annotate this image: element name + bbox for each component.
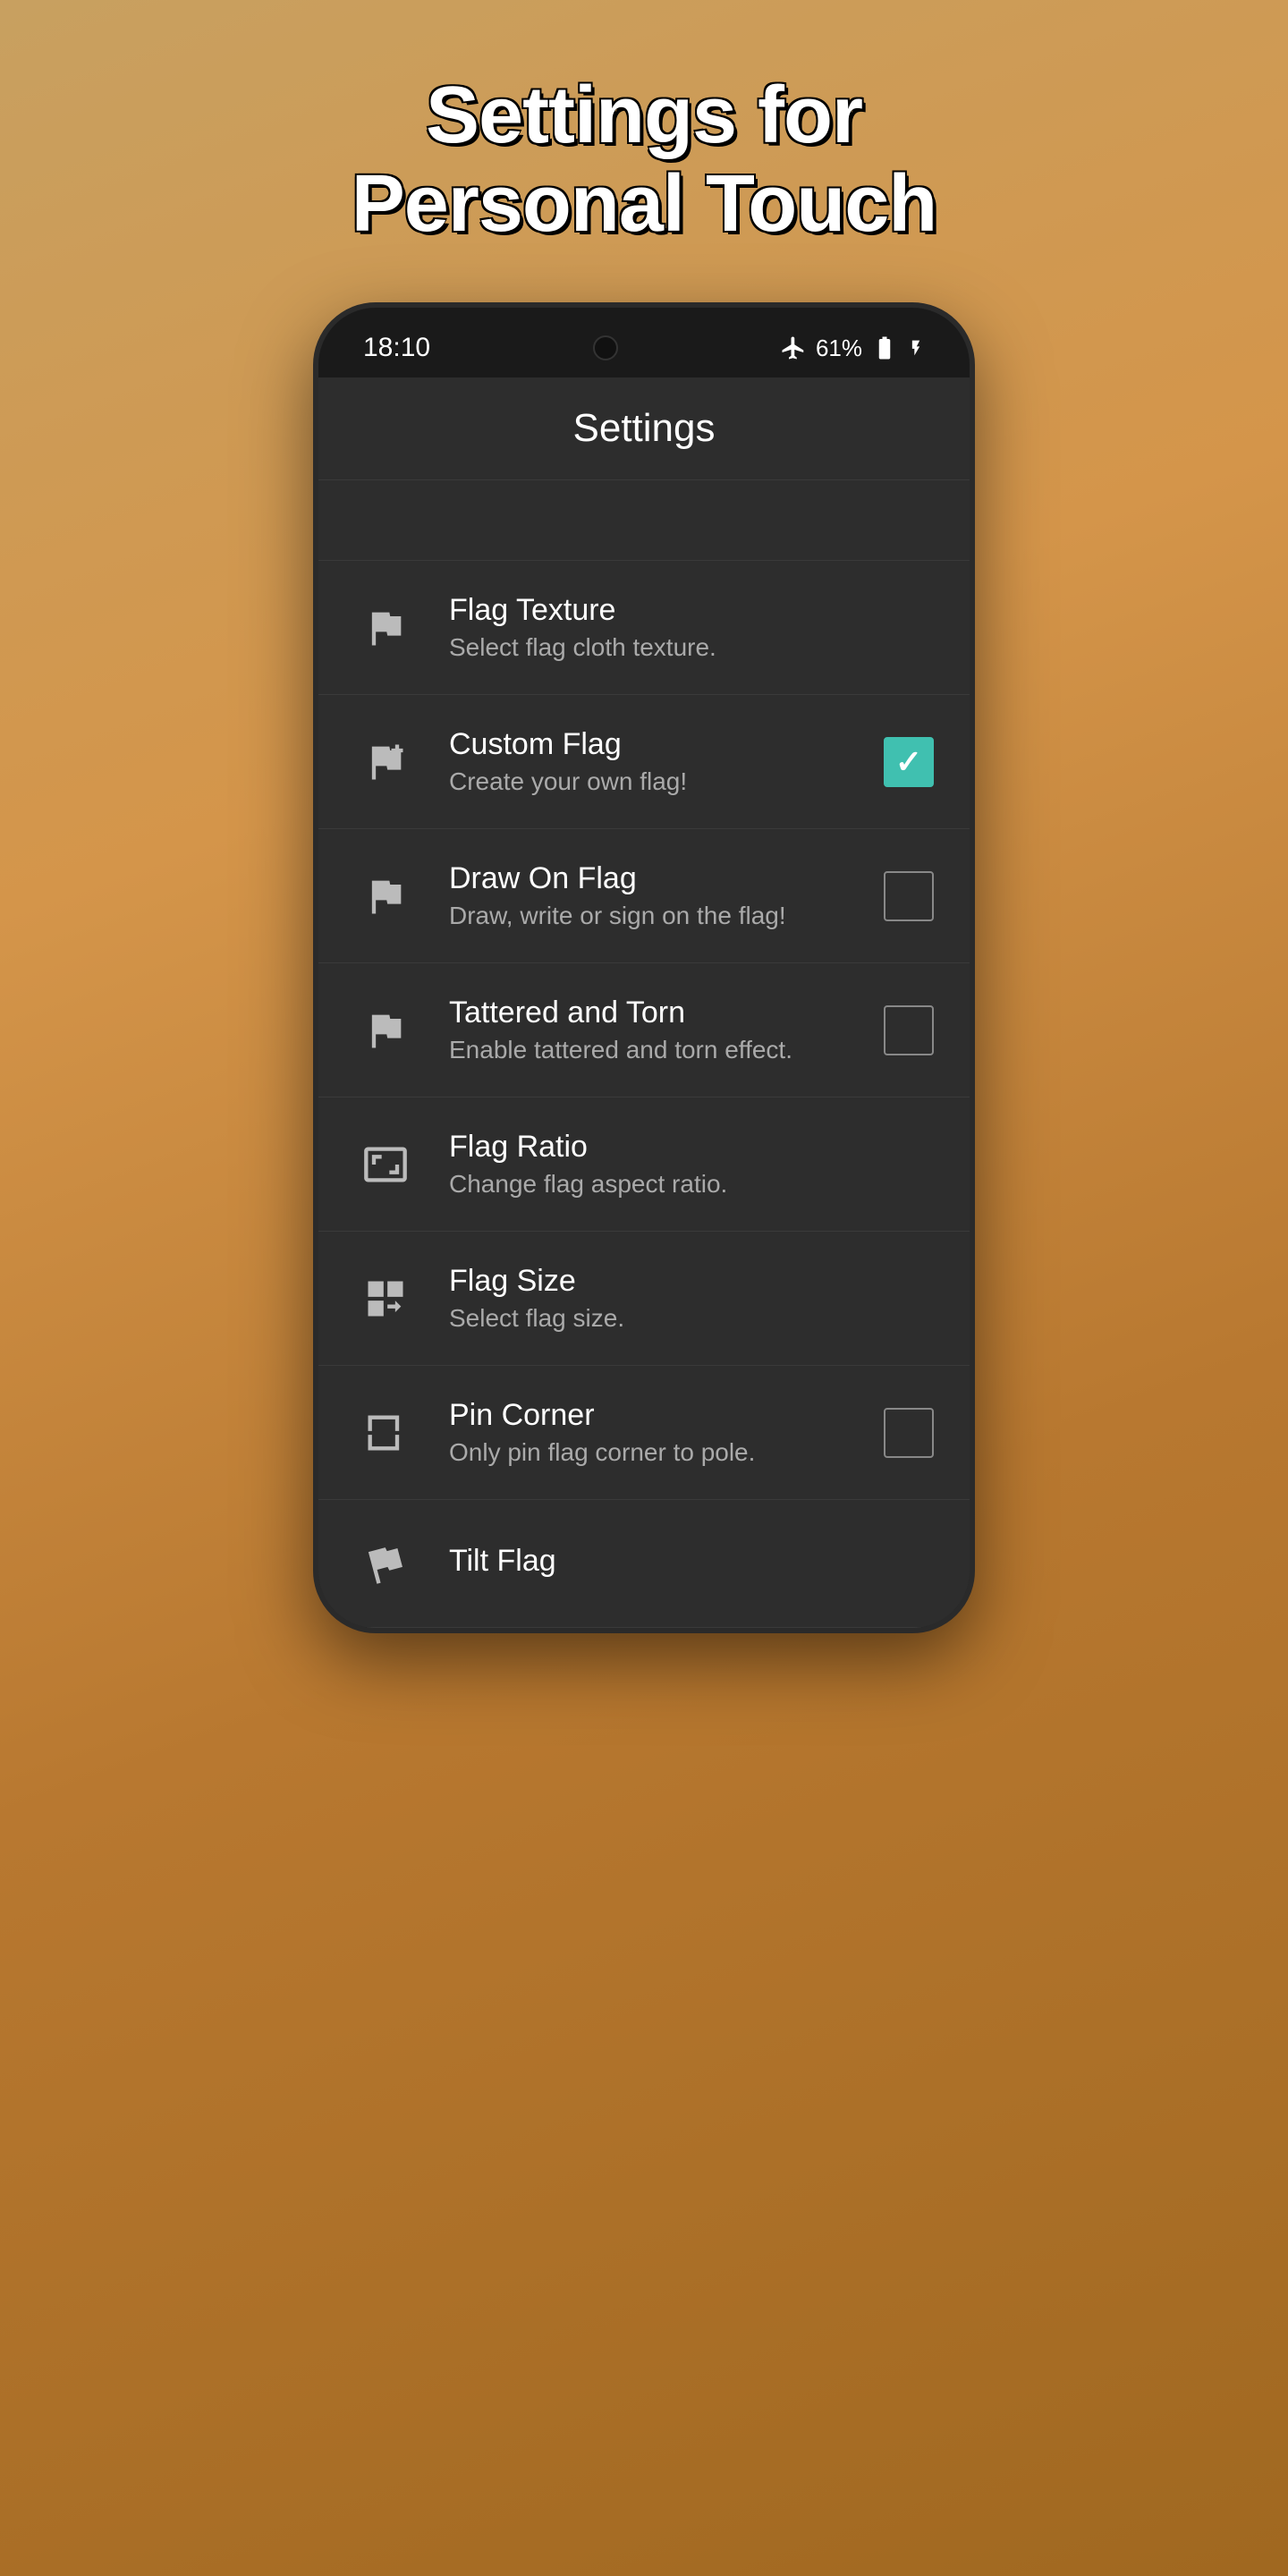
- section-divider: [318, 480, 970, 561]
- flag-size-subtitle: Select flag size.: [449, 1304, 934, 1333]
- draw-flag-icon: [354, 865, 417, 928]
- settings-item-tattered-torn[interactable]: Tattered and Torn Enable tattered and to…: [318, 963, 970, 1097]
- pin-corner-subtitle: Only pin flag corner to pole.: [449, 1438, 866, 1467]
- phone-frame: 18:10 61% Settings: [313, 302, 975, 1633]
- flag-size-icon: [354, 1267, 417, 1330]
- settings-item-flag-size[interactable]: Flag Size Select flag size.: [318, 1232, 970, 1366]
- settings-list: Flag Texture Select flag cloth texture. …: [318, 480, 970, 1628]
- custom-flag-subtitle: Create your own flag!: [449, 767, 866, 796]
- custom-flag-icon: [354, 731, 417, 793]
- phone-container: 18:10 61% Settings: [313, 302, 975, 1633]
- custom-flag-title: Custom Flag: [449, 727, 866, 762]
- flag-texture-subtitle: Select flag cloth texture.: [449, 633, 934, 662]
- flag-ratio-subtitle: Change flag aspect ratio.: [449, 1170, 934, 1199]
- pin-corner-title: Pin Corner: [449, 1398, 866, 1433]
- page-title: Settings for Personal Touch: [298, 72, 990, 249]
- tattered-torn-checkbox[interactable]: [884, 1005, 934, 1055]
- charging-icon: [907, 339, 925, 357]
- draw-flag-checkbox[interactable]: [884, 871, 934, 921]
- settings-item-tilt-flag[interactable]: Tilt Flag: [318, 1500, 970, 1628]
- settings-item-flag-ratio[interactable]: Flag Ratio Change flag aspect ratio.: [318, 1097, 970, 1232]
- status-time: 18:10: [363, 333, 430, 363]
- tilt-flag-icon: [354, 1532, 417, 1595]
- airplane-icon: [780, 335, 807, 361]
- flag-texture-icon: [354, 597, 417, 659]
- draw-flag-title: Draw On Flag: [449, 861, 866, 896]
- app-bar: Settings: [318, 377, 970, 480]
- tattered-flag-icon: [354, 999, 417, 1062]
- camera-notch: [593, 335, 618, 360]
- draw-flag-subtitle: Draw, write or sign on the flag!: [449, 902, 866, 930]
- pin-corner-icon: [354, 1402, 417, 1464]
- settings-item-pin-corner[interactable]: Pin Corner Only pin flag corner to pole.: [318, 1366, 970, 1500]
- tattered-torn-title: Tattered and Torn: [449, 996, 866, 1030]
- custom-flag-checkbox[interactable]: [884, 737, 934, 787]
- status-bar: 18:10 61%: [318, 308, 970, 377]
- flag-size-title: Flag Size: [449, 1264, 934, 1299]
- flag-ratio-title: Flag Ratio: [449, 1130, 934, 1165]
- battery-icon: [871, 335, 898, 361]
- app-bar-title: Settings: [354, 406, 934, 451]
- pin-corner-checkbox[interactable]: [884, 1408, 934, 1458]
- flag-texture-title: Flag Texture: [449, 593, 934, 628]
- battery-text: 61%: [816, 335, 862, 362]
- settings-item-custom-flag[interactable]: Custom Flag Create your own flag!: [318, 695, 970, 829]
- settings-item-draw-on-flag[interactable]: Draw On Flag Draw, write or sign on the …: [318, 829, 970, 963]
- settings-item-flag-texture[interactable]: Flag Texture Select flag cloth texture.: [318, 561, 970, 695]
- tilt-flag-title: Tilt Flag: [449, 1544, 934, 1579]
- aspect-ratio-icon: [354, 1133, 417, 1196]
- tattered-torn-subtitle: Enable tattered and torn effect.: [449, 1036, 866, 1064]
- status-icons: 61%: [780, 335, 925, 362]
